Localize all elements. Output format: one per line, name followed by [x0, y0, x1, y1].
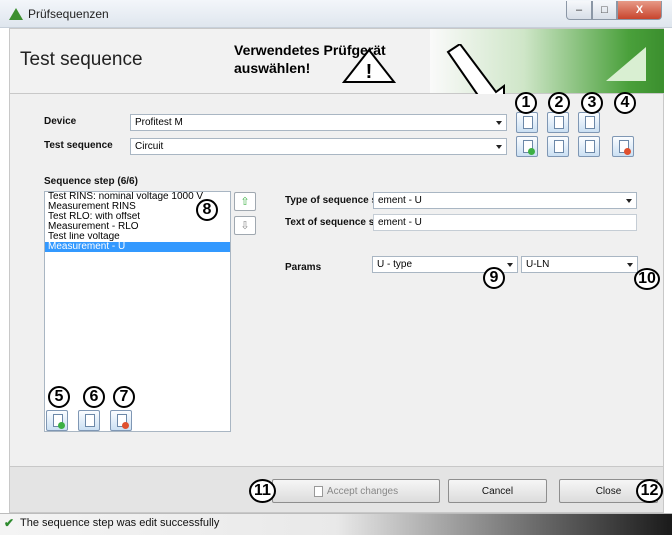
minimize-button[interactable]: –	[566, 1, 592, 20]
params-label: Params	[285, 262, 322, 273]
test-sequence-label: Test sequence	[44, 140, 113, 151]
step-add-button[interactable]	[46, 410, 68, 431]
app-icon	[9, 8, 23, 20]
minus-badge-icon	[624, 148, 631, 155]
device-label: Device	[44, 116, 77, 127]
sequence-delete-button[interactable]	[612, 136, 634, 157]
sequence-copy-button[interactable]	[578, 136, 600, 157]
chevron-down-icon	[496, 121, 502, 125]
marker-10: 10	[634, 268, 660, 290]
marker-2: 2	[548, 92, 570, 114]
accept-changes-button[interactable]: Accept changes	[272, 479, 440, 503]
header-band: Test sequence Verwendetes Prüfgerät ausw…	[9, 28, 664, 94]
accept-changes-label: Accept changes	[326, 485, 399, 497]
marker-1: 1	[515, 92, 537, 114]
close-window-button[interactable]: X	[617, 1, 662, 20]
move-up-button[interactable]: ⇧	[234, 192, 256, 211]
sequence-step-label: Sequence step (6/6)	[44, 176, 138, 187]
plus-badge-icon	[58, 422, 65, 429]
check-icon: ✔	[4, 516, 15, 530]
arrow-down-icon: ⇩	[240, 220, 250, 232]
status-text: The sequence step was edit successfully	[20, 517, 220, 529]
param2-value: U-LN	[526, 259, 550, 270]
document-icon	[313, 485, 323, 497]
device-delete-button[interactable]	[578, 112, 600, 133]
document-icon	[523, 116, 533, 129]
maximize-button[interactable]: □	[592, 1, 617, 20]
step-type-select[interactable]: ement - U	[373, 192, 637, 209]
minimize-icon: –	[575, 4, 583, 16]
param2-select[interactable]: U-LN	[521, 256, 638, 273]
move-down-button[interactable]: ⇩	[234, 216, 256, 235]
marker-4: 4	[614, 92, 636, 114]
cancel-label: Cancel	[481, 485, 514, 497]
test-sequence-value: Circuit	[135, 141, 164, 152]
edit-document-icon	[554, 140, 564, 153]
marker-8: 8	[196, 199, 218, 221]
arrow-up-icon: ⇧	[240, 196, 250, 208]
list-item-selected[interactable]: Measurement - U	[45, 242, 230, 252]
chevron-down-icon	[496, 145, 502, 149]
chevron-down-icon	[627, 263, 633, 267]
marker-7: 7	[113, 386, 135, 408]
param1-value: U - type	[377, 259, 413, 270]
chevron-down-icon	[507, 263, 513, 267]
logo-triangle	[606, 47, 646, 81]
chevron-down-icon	[626, 199, 632, 203]
step-text-input[interactable]: ement - U	[373, 214, 637, 231]
warning-icon: !	[342, 48, 396, 83]
marker-5: 5	[48, 386, 70, 408]
device-edit-button[interactable]	[547, 112, 569, 133]
document-icon	[554, 116, 564, 129]
sequence-edit-button[interactable]	[547, 136, 569, 157]
device-select[interactable]: Profitest M	[130, 114, 507, 131]
warning-glyph: !	[366, 61, 373, 83]
copy-document-icon	[585, 140, 595, 153]
marker-11: 11	[249, 479, 276, 503]
list-item[interactable]: Measurement - RLO	[45, 222, 230, 232]
test-sequence-select[interactable]: Circuit	[130, 138, 507, 155]
window-title: Prüfsequenzen	[28, 7, 109, 21]
marker-6: 6	[83, 386, 105, 408]
step-type-value: ement - U	[378, 195, 422, 206]
list-item[interactable]: Test line voltage	[45, 232, 230, 242]
sequence-add-button[interactable]	[516, 136, 538, 157]
marker-12: 12	[636, 479, 663, 503]
device-add-button[interactable]	[516, 112, 538, 133]
close-icon: X	[635, 4, 644, 16]
page-title: Test sequence	[20, 49, 143, 70]
window-titlebar: Prüfsequenzen – □ X	[0, 0, 672, 28]
document-icon	[585, 116, 595, 129]
marker-3: 3	[581, 92, 603, 114]
device-value: Profitest M	[135, 117, 183, 128]
marker-9: 9	[483, 267, 505, 289]
close-label: Close	[595, 485, 622, 497]
minus-badge-icon	[122, 422, 129, 429]
plus-badge-icon	[528, 148, 535, 155]
cancel-button[interactable]: Cancel	[448, 479, 547, 503]
step-delete-button[interactable]	[110, 410, 132, 431]
copy-document-icon	[85, 414, 95, 427]
maximize-icon: □	[601, 4, 608, 16]
sequence-step-list[interactable]: Test RINS: nominal voltage 1000 V Measur…	[44, 191, 231, 432]
step-copy-button[interactable]	[78, 410, 100, 431]
